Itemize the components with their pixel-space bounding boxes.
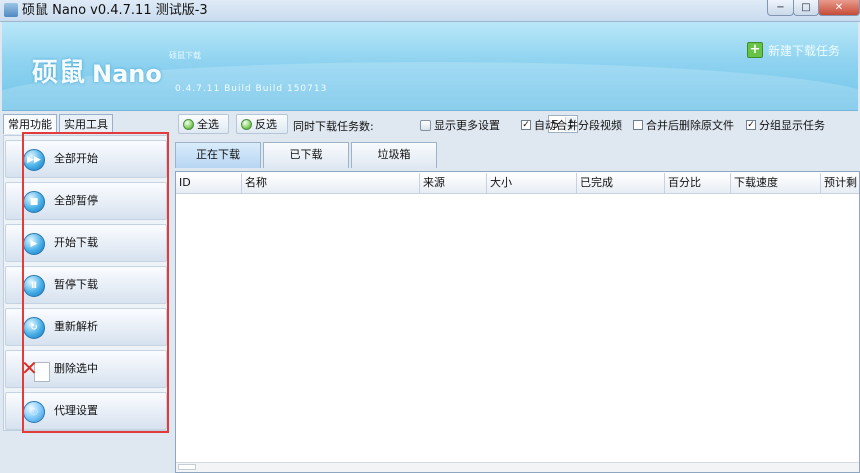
sidebar-item-label: 全部开始 — [54, 152, 98, 165]
tab-downloaded[interactable]: 已下载 — [263, 142, 349, 168]
column-header-source[interactable]: 来源 — [420, 173, 487, 193]
minimize-icon: − — [776, 1, 785, 13]
sidebar-item-label: 开始下载 — [54, 236, 98, 249]
invert-selection-label: 反选 — [255, 118, 277, 131]
sidebar-item-label: 删除选中 — [54, 362, 98, 375]
group-tasks-label: 分组显示任务 — [759, 119, 825, 132]
column-header-name[interactable]: 名称 — [242, 173, 420, 193]
close-button[interactable]: ✕ — [818, 0, 860, 16]
column-header-download-speed[interactable]: 下载速度 — [731, 173, 821, 193]
sidebar-item-label: 重新解析 — [54, 320, 98, 333]
banner: 硕鼠 Nano 硕鼠下载 0.4.7.11 Build Build 150713… — [2, 22, 858, 111]
show-more-settings-button[interactable]: 显示更多设置 — [420, 118, 500, 132]
checkbox-checked-icon[interactable]: ✓ — [746, 120, 756, 130]
column-header-completed[interactable]: 已完成 — [577, 173, 665, 193]
column-header-estimated-remaining[interactable]: 预计剩 — [821, 173, 859, 193]
maximize-icon: □ — [801, 1, 811, 13]
sidebar-item-label: 全部暂停 — [54, 194, 98, 207]
window-title: 硕鼠 Nano v0.4.7.11 测试版-3 — [22, 3, 208, 18]
new-task-label: 新建下载任务 — [768, 43, 841, 58]
left-tabs: 常用功能 实用工具 — [3, 114, 113, 134]
pause-icon: Ⅱ — [23, 275, 45, 297]
select-all-label: 全选 — [197, 118, 219, 131]
horizontal-scrollbar[interactable] — [176, 462, 859, 472]
invert-selection-button[interactable]: 反选 — [236, 114, 288, 134]
refresh-icon: ↻ — [23, 317, 45, 339]
logo-english: Nano — [92, 60, 162, 88]
sidebar-item-start-all[interactable]: ▶▶ 全部开始 — [5, 140, 167, 178]
sidebar-item-proxy-settings[interactable]: ◌ 代理设置 — [5, 392, 167, 430]
delete-after-merge-checkbox[interactable]: 合并后删除原文件 — [633, 118, 734, 132]
tab-trash[interactable]: 垃圾箱 — [351, 142, 437, 168]
tab-common-functions[interactable]: 常用功能 — [3, 114, 57, 134]
auto-merge-checkbox[interactable]: ✓ 自动合并分段视频 — [521, 118, 622, 132]
start-all-icon: ▶▶ — [23, 149, 45, 171]
app-icon — [4, 3, 18, 17]
sidebar-item-start-download[interactable]: ▶ 开始下载 — [5, 224, 167, 262]
select-all-icon — [183, 118, 194, 130]
sidebar-item-reparse[interactable]: ↻ 重新解析 — [5, 308, 167, 346]
minimize-button[interactable]: − — [767, 0, 794, 16]
table-header: ID 名称 来源 大小 已完成 百分比 下载速度 预计剩 — [176, 173, 859, 194]
delete-after-merge-label: 合并后删除原文件 — [646, 119, 734, 132]
checkbox-checked-icon[interactable]: ✓ — [521, 120, 531, 130]
tab-downloading[interactable]: 正在下载 — [175, 142, 261, 168]
sidebar-item-pause-all[interactable]: ■ 全部暂停 — [5, 182, 167, 220]
delete-icon: ✕ — [21, 356, 38, 380]
simultaneous-tasks-label: 同时下载任务数: — [293, 120, 374, 133]
download-table: ID 名称 来源 大小 已完成 百分比 下载速度 预计剩 — [175, 171, 860, 473]
pause-all-icon: ■ — [23, 191, 45, 213]
column-header-size[interactable]: 大小 — [487, 173, 577, 193]
invert-selection-icon — [241, 118, 252, 130]
sidebar-item-label: 暂停下载 — [54, 278, 98, 291]
scroll-thumb[interactable] — [178, 464, 196, 470]
sidebar: ▶▶ 全部开始 ■ 全部暂停 ▶ 开始下载 Ⅱ 暂停下载 ↻ 重新解析 ✕ 删除… — [3, 135, 168, 431]
title-bar: 硕鼠 Nano v0.4.7.11 测试版-3 − □ ✕ — [0, 0, 860, 22]
sidebar-item-pause-download[interactable]: Ⅱ 暂停下载 — [5, 266, 167, 304]
new-download-task-button[interactable]: + 新建下载任务 — [747, 42, 840, 58]
sidebar-item-delete-selected[interactable]: ✕ 删除选中 — [5, 350, 167, 388]
banner-version: 0.4.7.11 Build Build 150713 — [175, 84, 328, 94]
select-all-button[interactable]: 全选 — [178, 114, 229, 134]
banner-small-text: 硕鼠下载 — [169, 51, 201, 60]
checkbox-unchecked-icon[interactable] — [633, 120, 643, 130]
sidebar-item-label: 代理设置 — [54, 404, 98, 417]
settings-icon — [420, 119, 431, 131]
close-icon: ✕ — [834, 1, 844, 13]
new-task-icon: + — [747, 42, 763, 58]
auto-merge-label: 自动合并分段视频 — [534, 119, 622, 132]
start-icon: ▶ — [23, 233, 45, 255]
toolbar: 全选 反选 同时下载任务数: 5 ▲ ▼ 显示更多设置 ✓ 自动合并分段视频 合并… — [174, 113, 858, 137]
column-header-percentage[interactable]: 百分比 — [665, 173, 731, 193]
proxy-icon: ◌ — [23, 401, 45, 423]
logo-chinese: 硕鼠 — [32, 58, 87, 88]
column-header-id[interactable]: ID — [176, 173, 242, 193]
tab-practical-tools[interactable]: 实用工具 — [59, 114, 113, 134]
show-more-settings-label: 显示更多设置 — [434, 119, 500, 132]
group-tasks-checkbox[interactable]: ✓ 分组显示任务 — [746, 118, 825, 132]
maximize-button[interactable]: □ — [793, 0, 819, 16]
download-tabs: 正在下载 已下载 垃圾箱 — [175, 142, 437, 168]
